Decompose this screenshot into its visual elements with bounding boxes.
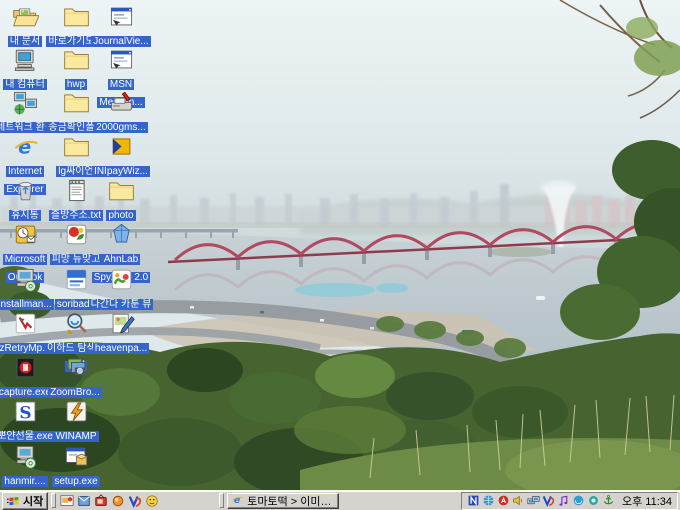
task-button[interactable]: e 토마토떡 > 이미지방 1... [227, 493, 339, 509]
quick-launch-v3-icon[interactable] [127, 493, 143, 509]
tray-teal-ring-icon[interactable] [587, 494, 601, 508]
folder-icon [63, 133, 90, 160]
inipay-icon [108, 133, 135, 160]
tray-anchor-icon[interactable] [602, 494, 616, 508]
folder-icon [63, 3, 90, 30]
quick-launch-smiley-icon[interactable] [144, 493, 160, 509]
internet-explorer-icon: e [12, 133, 39, 160]
desktop-icon-2000gms[interactable]: 2000gms... [87, 89, 155, 135]
installer-computer-icon [12, 266, 39, 293]
magnifier-icon [63, 310, 90, 337]
app-window-icon [108, 3, 135, 30]
quick-launch-mail-icon[interactable] [76, 493, 92, 509]
tray-globe-icon[interactable] [482, 494, 496, 508]
app-window-icon [108, 46, 135, 73]
task-button-label: 토마토떡 > 이미지방 1... [247, 493, 335, 509]
desktop-icon-label: setup.exe [42, 471, 110, 489]
soribada-icon [63, 266, 90, 293]
start-button[interactable]: 시작 [2, 492, 48, 510]
network-icon [12, 89, 39, 116]
tray-music-note-icon[interactable] [557, 494, 571, 508]
task-button-area: e 토마토떡 > 이미지방 1... [227, 493, 339, 509]
s-letter-app-icon: S [12, 398, 39, 425]
desktop-area: 내 문서바로가기모음JournalVie...내 컴퓨터hwpMSN Messe… [0, 0, 680, 490]
taskbar: 시작 e 토마토떡 > 이미지방 1... 오후 11:34 [0, 490, 680, 510]
outlook-icon [12, 221, 39, 248]
spyzero-gem-icon [108, 221, 135, 248]
svg-text:e: e [18, 135, 31, 158]
desktop-icon-photo-folder[interactable]: photo [87, 177, 155, 223]
folder-icon [63, 89, 90, 116]
fax-machine-icon [108, 89, 135, 116]
desktop-screen: 내 문서바로가기모음JournalVie...내 컴퓨터hwpMSN Messe… [0, 0, 680, 510]
tray-volume-icon[interactable] [512, 494, 526, 508]
svg-text:e: e [234, 494, 240, 505]
tray-network-icon[interactable] [527, 494, 541, 508]
desktop-icon-journal-viewer[interactable]: JournalVie... [87, 3, 155, 49]
internet-explorer-icon: e [231, 493, 244, 509]
quick-launch-bar [59, 493, 160, 509]
taskbar-clock[interactable]: 오후 11:34 [617, 493, 672, 509]
svg-text:S: S [19, 402, 31, 422]
desktop-icon-winamp[interactable]: WINAMP [42, 398, 110, 444]
quick-launch-orange-ball-icon[interactable] [110, 493, 126, 509]
quick-launch-tv-icon[interactable] [93, 493, 109, 509]
start-label: 시작 [23, 493, 43, 509]
tray-icon-strip [467, 494, 616, 508]
tray-n-app-icon[interactable] [467, 494, 481, 508]
recycle-bin-icon [12, 177, 39, 204]
setup-package-icon [63, 443, 90, 470]
desktop-icon-label: WINAMP [42, 426, 110, 444]
toolbar-grip[interactable] [51, 493, 56, 508]
cartoon-viewer-icon [108, 266, 135, 293]
zoombrowser-icon [63, 354, 90, 381]
folder-icon [108, 177, 135, 204]
text-file-icon [63, 177, 90, 204]
folder-icon [63, 46, 90, 73]
desktop-icon-inipay-wizard[interactable]: INIpayWiz... [87, 133, 155, 179]
game-tile-icon [63, 221, 90, 248]
desktop-icon-heavenpa[interactable]: heavenpa... [87, 310, 155, 356]
windows-flag-icon [7, 495, 20, 507]
ahn-capture-icon [12, 354, 39, 381]
desktop-icon-setup-exe[interactable]: setup.exe [42, 443, 110, 489]
toolbar-grip[interactable] [219, 493, 224, 508]
tray-v3-icon[interactable] [542, 494, 556, 508]
my-documents-folder-icon [12, 3, 39, 30]
installer-computer-icon [12, 443, 39, 470]
tray-red-a-icon[interactable] [497, 494, 511, 508]
quick-launch-image-viewer-icon[interactable] [59, 493, 75, 509]
scribble-app-icon [12, 310, 39, 337]
winamp-lightning-icon [63, 398, 90, 425]
my-computer-icon [12, 46, 39, 73]
system-tray: 오후 11:34 [461, 492, 678, 510]
paint-pencil-icon [108, 310, 135, 337]
tray-blue-globe-icon[interactable] [572, 494, 586, 508]
